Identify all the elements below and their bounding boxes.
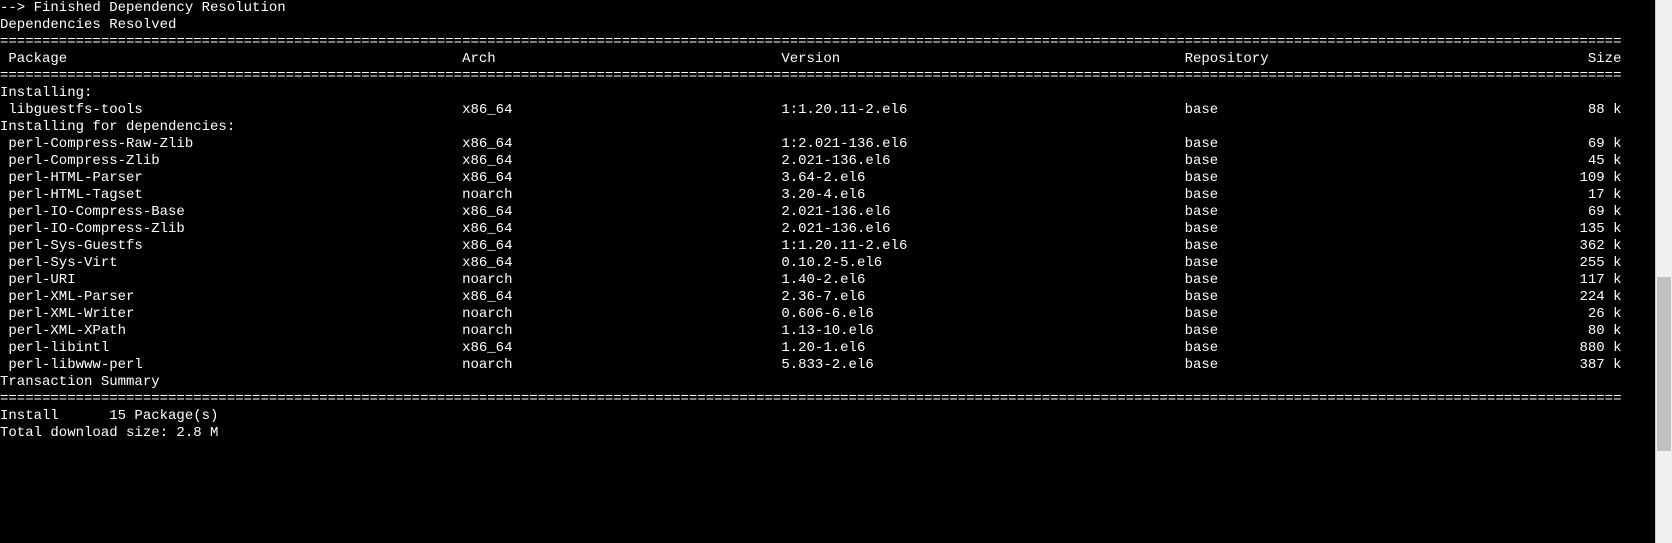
table-row: perl-Sys-Virt x86_64 0.10.2-5.el6 base 2… — [0, 255, 1655, 272]
table-row: perl-IO-Compress-Base x86_64 2.021-136.e… — [0, 204, 1655, 221]
scrollbar-thumb[interactable] — [1657, 277, 1671, 451]
section-transaction-summary: Transaction Summary — [0, 374, 1655, 391]
section-installing: Installing: — [0, 85, 1655, 102]
line-finished-resolution: --> Finished Dependency Resolution — [0, 0, 1655, 17]
table-row: perl-Sys-Guestfs x86_64 1:1.20.11-2.el6 … — [0, 238, 1655, 255]
table-row: perl-XML-Writer noarch 0.606-6.el6 base … — [0, 306, 1655, 323]
separator-line: ========================================… — [0, 68, 1655, 85]
table-row: perl-URI noarch 1.40-2.el6 base 117 k — [0, 272, 1655, 289]
line-dependencies-resolved: Dependencies Resolved — [0, 17, 1655, 34]
section-installing-dependencies: Installing for dependencies: — [0, 119, 1655, 136]
terminal-output: --> Finished Dependency ResolutionDepend… — [0, 0, 1655, 543]
table-header-row: Package Arch Version Repository Size — [0, 51, 1655, 68]
table-row: perl-HTML-Tagset noarch 3.20-4.el6 base … — [0, 187, 1655, 204]
vertical-scrollbar[interactable] — [1655, 0, 1672, 543]
separator-line: ========================================… — [0, 34, 1655, 51]
table-row: perl-libwww-perl noarch 5.833-2.el6 base… — [0, 357, 1655, 374]
table-row: perl-HTML-Parser x86_64 3.64-2.el6 base … — [0, 170, 1655, 187]
line-total-download-size: Total download size: 2.8 M — [0, 425, 1655, 442]
table-row: perl-XML-Parser x86_64 2.36-7.el6 base 2… — [0, 289, 1655, 306]
table-row: perl-Compress-Zlib x86_64 2.021-136.el6 … — [0, 153, 1655, 170]
scrollbar-track[interactable] — [1656, 0, 1672, 543]
table-row: perl-XML-XPath noarch 1.13-10.el6 base 8… — [0, 323, 1655, 340]
table-row: libguestfs-tools x86_64 1:1.20.11-2.el6 … — [0, 102, 1655, 119]
table-row: perl-Compress-Raw-Zlib x86_64 1:2.021-13… — [0, 136, 1655, 153]
table-row: perl-libintl x86_64 1.20-1.el6 base 880 … — [0, 340, 1655, 357]
separator-line: ========================================… — [0, 391, 1655, 408]
table-row: perl-IO-Compress-Zlib x86_64 2.021-136.e… — [0, 221, 1655, 238]
line-install-count: Install 15 Package(s) — [0, 408, 1655, 425]
